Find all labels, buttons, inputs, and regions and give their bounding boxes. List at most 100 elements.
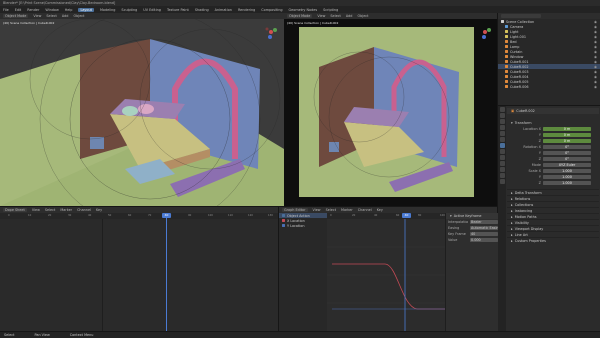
graph-menu-marker[interactable]: Marker — [341, 208, 353, 212]
section-custom-properties[interactable]: ▸ Custom Properties — [507, 237, 599, 243]
viewport-left-menu-add[interactable]: Add — [62, 14, 69, 18]
render-tab-icon[interactable] — [499, 113, 505, 118]
graph-curve-area[interactable] — [327, 219, 445, 332]
particles-tab-icon[interactable] — [499, 155, 505, 160]
camera-render-right[interactable] — [299, 27, 474, 197]
dopesheet-menu-view[interactable]: View — [32, 208, 40, 212]
menu-item-shading[interactable]: Shading — [195, 8, 209, 12]
dopesheet-menu-marker[interactable]: Marker — [60, 208, 72, 212]
menu-item-compositing[interactable]: Compositing — [261, 8, 282, 12]
current-frame-badge-graph[interactable]: 40 — [402, 213, 411, 218]
graph-menu-view[interactable]: View — [313, 208, 321, 212]
dopesheet-menu-dope-sheet[interactable]: Dope Sheet — [3, 208, 27, 212]
dope-sheet-body[interactable] — [0, 219, 278, 332]
eye-icon[interactable]: ◉ — [594, 45, 600, 49]
channel-color-icon — [282, 219, 285, 222]
menu-item-texture-paint[interactable]: Texture Paint — [167, 8, 189, 12]
output-tab-icon[interactable] — [499, 119, 505, 124]
eye-icon[interactable]: ◉ — [594, 25, 600, 29]
graph-channel[interactable]: Y Location — [279, 223, 327, 228]
keyframe-row-value[interactable]: Automatic Easing — [470, 226, 498, 230]
data-tab-icon[interactable] — [499, 173, 505, 178]
eye-icon[interactable]: ◉ — [594, 60, 600, 64]
field-value[interactable]: 0 m — [543, 127, 591, 131]
menu-item-help[interactable]: Help — [65, 8, 73, 12]
object-tab-icon[interactable] — [499, 143, 505, 148]
current-frame-badge-dopesheet[interactable]: 40 — [162, 213, 171, 218]
field-value[interactable]: 0° — [543, 151, 591, 155]
menu-item-layout[interactable]: Layout — [78, 7, 94, 12]
graph-menu-select[interactable]: Select — [326, 208, 336, 212]
tool-tab-icon[interactable] — [499, 107, 505, 112]
menu-item-scripting[interactable]: Scripting — [323, 8, 338, 12]
dope-sheet[interactable]: Dope Sheet View Select Marker Channel Key 0 10… — [0, 206, 278, 332]
field-value[interactable]: 1.000 — [543, 169, 591, 173]
menu-item-window[interactable]: Window — [45, 8, 58, 12]
menu-item-sculpting[interactable]: Sculpting — [121, 8, 137, 12]
eye-icon[interactable]: ◉ — [594, 65, 600, 69]
menu-item-uv-editing[interactable]: UV Editing — [143, 8, 161, 12]
navigation-gizmo-right[interactable] — [476, 23, 494, 41]
eye-icon[interactable]: ◉ — [594, 85, 600, 89]
eye-icon[interactable]: ◉ — [594, 50, 600, 54]
viewport-right-menu-object[interactable]: Object — [357, 14, 368, 18]
eye-icon[interactable]: ◉ — [594, 30, 600, 34]
scene-tab-icon[interactable] — [499, 131, 505, 136]
outliner-row[interactable]: CubeR.006 ◉ — [498, 84, 600, 89]
view-layer-tab-icon[interactable] — [499, 125, 505, 130]
field-value[interactable]: 0 m — [543, 139, 591, 143]
keyframe-row-label: Easing — [448, 226, 460, 230]
eye-icon[interactable]: ◉ — [594, 75, 600, 79]
viewport-left-menu-select[interactable]: Select — [46, 14, 56, 18]
eye-icon[interactable]: ◉ — [594, 40, 600, 44]
menu-item-modeling[interactable]: Modeling — [100, 8, 115, 12]
eye-icon[interactable]: ◉ — [594, 20, 600, 24]
material-tab-icon[interactable] — [499, 179, 505, 184]
dopesheet-menu-channel[interactable]: Channel — [77, 208, 91, 212]
dopesheet-menu-key[interactable]: Key — [96, 208, 102, 212]
keyframe-row-value[interactable]: Bezier — [470, 220, 498, 224]
field-value[interactable]: 1.000 — [543, 175, 591, 179]
eye-icon[interactable]: ◉ — [594, 55, 600, 59]
keyframe-row-value[interactable]: 40 — [470, 232, 498, 236]
field-value[interactable]: 1.000 — [543, 181, 591, 185]
viewport-left[interactable]: Object Mode View Select Add Object (40) Scen… — [0, 13, 284, 206]
viewport-left-menu-object-mode[interactable]: Object Mode — [3, 14, 29, 18]
outliner-search[interactable] — [501, 14, 541, 18]
viewport-right[interactable]: Object Mode View Select Add Object (40) Scen… — [284, 13, 497, 206]
field-value[interactable]: 0° — [543, 157, 591, 161]
eye-icon[interactable]: ◉ — [594, 80, 600, 84]
playhead-dopesheet[interactable] — [166, 213, 167, 332]
menu-item-file[interactable]: File — [3, 8, 9, 12]
keyframe-row-value[interactable]: 0.000 — [470, 238, 498, 242]
menu-item-rendering[interactable]: Rendering — [238, 8, 255, 12]
navigation-gizmo-left[interactable] — [262, 23, 280, 41]
viewport-right-menu-add[interactable]: Add — [346, 14, 353, 18]
graph-menu-graph-editor[interactable]: Graph Editor — [282, 208, 308, 212]
physics-tab-icon[interactable] — [499, 161, 505, 166]
viewport-right-info: (40) Scene Collection | CubeR.002 — [287, 21, 339, 25]
viewport-right-menu-object-mode[interactable]: Object Mode — [287, 14, 313, 18]
field-value[interactable]: 0° — [543, 145, 591, 149]
menu-item-animation[interactable]: Animation — [215, 8, 232, 12]
field-value[interactable]: XYZ Euler — [543, 163, 591, 167]
constraints-tab-icon[interactable] — [499, 167, 505, 172]
menu-item-geometry-nodes[interactable]: Geometry Nodes — [289, 8, 318, 12]
world-tab-icon[interactable] — [499, 137, 505, 142]
graph-menu-key[interactable]: Key — [377, 208, 383, 212]
properties-object-name[interactable]: ▣ CubeR.002 — [507, 108, 599, 114]
scene-render-left[interactable] — [0, 19, 284, 206]
graph-menu-channel[interactable]: Channel — [358, 208, 372, 212]
dopesheet-menu-select[interactable]: Select — [45, 208, 55, 212]
menu-item-edit[interactable]: Edit — [15, 8, 22, 12]
viewport-right-menu-select[interactable]: Select — [330, 14, 340, 18]
menu-item-render[interactable]: Render — [27, 8, 39, 12]
viewport-right-menu-view[interactable]: View — [317, 14, 325, 18]
field-value[interactable]: 0 m — [543, 133, 591, 137]
eye-icon[interactable]: ◉ — [594, 35, 600, 39]
graph-editor[interactable]: Graph Editor View Select Marker Channel Key O… — [278, 206, 498, 332]
modifiers-tab-icon[interactable] — [499, 149, 505, 154]
viewport-left-menu-view[interactable]: View — [33, 14, 41, 18]
eye-icon[interactable]: ◉ — [594, 70, 600, 74]
viewport-left-menu-object[interactable]: Object — [73, 14, 84, 18]
